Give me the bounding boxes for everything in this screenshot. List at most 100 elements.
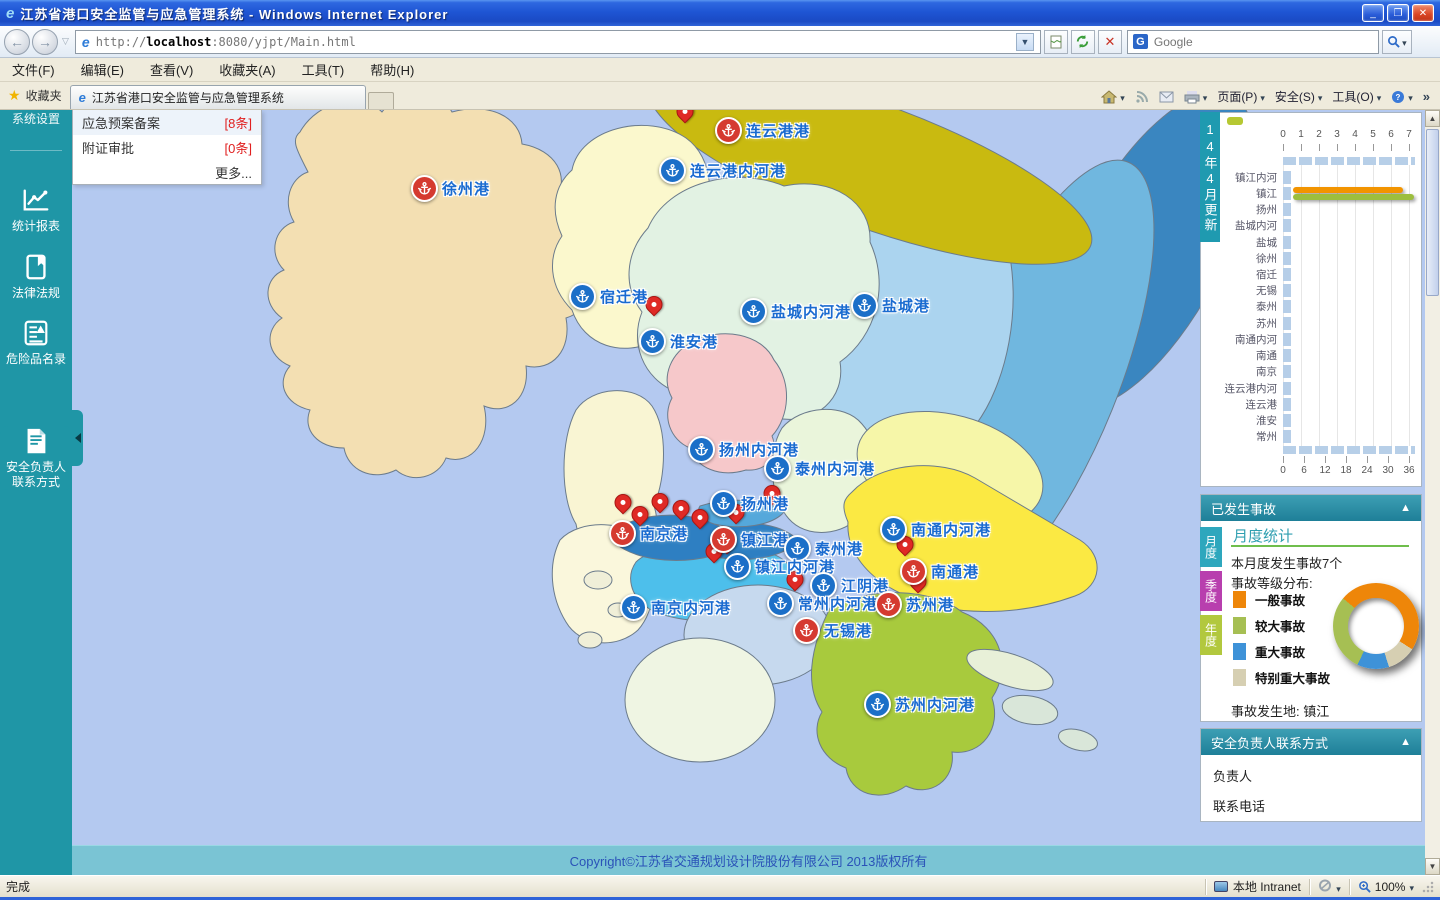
search-button[interactable]	[1382, 30, 1412, 54]
sidebar-item-contact-doc[interactable]: 安全负责人联系方式	[0, 426, 72, 490]
address-dropdown-icon[interactable]: ▼	[1016, 33, 1034, 51]
sidebar-item-label: 法律法规	[0, 286, 72, 301]
quick-panel-more-link[interactable]: 更多...	[73, 160, 261, 184]
anchor-icon	[724, 553, 751, 580]
restore-button[interactable]: ❐	[1387, 4, 1409, 22]
contact-row: 负责人	[1201, 755, 1421, 785]
chart-category: 扬州	[1215, 201, 1277, 217]
browser-tab[interactable]: e 江苏省港口安全监管与应急管理系统	[70, 85, 366, 109]
home-button[interactable]	[1101, 90, 1125, 104]
port-label: 苏州内河港	[895, 694, 975, 715]
severity-donut-chart	[1333, 583, 1419, 669]
period-tab[interactable]: 季度	[1200, 571, 1222, 611]
collapse-icon[interactable]: ▲	[1400, 502, 1411, 514]
port-label: 盐城内河港	[771, 301, 851, 322]
axis-strip-bottom	[1283, 446, 1415, 454]
security-zone-label: 本地 Intranet	[1233, 878, 1301, 895]
anchor-icon	[569, 283, 596, 310]
period-tab[interactable]: 年度	[1200, 615, 1222, 655]
chart-category: 常州	[1215, 429, 1277, 445]
sidebar-item-chart[interactable]: 统计报表	[0, 185, 72, 234]
status-bar: 完成 本地 Intranet 100%	[0, 875, 1440, 897]
axis-strip-top	[1283, 157, 1415, 165]
quick-panel-row[interactable]: 应急预案备案 [8条]	[73, 110, 261, 135]
search-input[interactable]	[1154, 35, 1373, 49]
mail-icon	[1159, 91, 1174, 103]
anchor-icon	[864, 691, 891, 718]
copyright-text: Copyright©江苏省交通规划设计院股份有限公司 2013版权所有	[570, 851, 928, 870]
contact-row: 联系电话	[1201, 785, 1421, 815]
title-bar: e 江苏省港口安全监管与应急管理系统 - Windows Internet Ex…	[0, 0, 1440, 26]
quick-panel-count: [0条]	[225, 138, 252, 157]
contacts-card-header[interactable]: 安全负责人联系方式 ▲	[1201, 729, 1421, 755]
favorites-button[interactable]: ★ 收藏夹	[0, 87, 70, 109]
search-dropdown-icon[interactable]	[1402, 34, 1407, 49]
legend-label: 一般事故	[1255, 590, 1305, 609]
back-button[interactable]: ←	[4, 29, 30, 55]
port-label: 宿迁港	[600, 286, 648, 307]
period-tab[interactable]: 月度	[1200, 527, 1222, 567]
legend-swatch	[1233, 669, 1246, 686]
port-label: 连云港港	[746, 120, 810, 141]
toolbar-overflow-chevron[interactable]: »	[1423, 89, 1430, 104]
zoom-control[interactable]: 100%	[1358, 880, 1414, 894]
menu-item[interactable]: 工具(T)	[302, 60, 345, 79]
quick-panel-label: 附证审批	[82, 138, 134, 157]
quick-panel-row[interactable]: 附证审批 [0条]	[73, 135, 261, 160]
stop-icon: ✕	[1104, 34, 1115, 50]
history-dropdown-icon[interactable]: ▽	[62, 36, 69, 47]
feeds-button[interactable]	[1135, 90, 1149, 104]
menu-item[interactable]: 查看(V)	[150, 60, 193, 79]
print-button[interactable]	[1184, 90, 1208, 104]
scrollbar-thumb[interactable]	[1426, 129, 1439, 296]
minimize-button[interactable]: _	[1362, 4, 1384, 22]
stop-button[interactable]: ✕	[1098, 30, 1122, 54]
search-box[interactable]: G	[1127, 30, 1379, 54]
safety-menu[interactable]: 安全(S)	[1275, 88, 1323, 105]
scroll-up-button[interactable]: ▲	[1425, 110, 1440, 127]
menu-item[interactable]: 收藏夹(A)	[219, 60, 275, 79]
new-tab-button[interactable]	[368, 92, 394, 109]
chart-category: 苏州	[1215, 315, 1277, 331]
port-label: 常州内河港	[798, 593, 878, 614]
sidebar-item-icon	[21, 426, 51, 456]
refresh-icon	[1075, 34, 1090, 49]
intranet-icon	[1214, 881, 1228, 892]
mail-button[interactable]	[1159, 91, 1174, 103]
page-menu[interactable]: 页面(P)	[1217, 88, 1265, 105]
sidebar-item-icon	[21, 185, 51, 215]
bar-镇江	[1293, 194, 1414, 200]
menu-item[interactable]: 帮助(H)	[370, 60, 414, 79]
help-menu[interactable]: ?	[1391, 90, 1413, 104]
vertical-scrollbar[interactable]: ▲ ▼	[1425, 110, 1440, 875]
address-bar[interactable]: e http://localhost:8080/yjpt/Main.html ▼	[75, 30, 1041, 54]
page-favicon-icon: e	[82, 34, 90, 50]
sidebar-collapse-handle[interactable]	[72, 410, 83, 466]
accidents-card-header[interactable]: 已发生事故 ▲	[1201, 495, 1421, 521]
anchor-icon	[609, 520, 636, 547]
menu-item[interactable]: 编辑(E)	[81, 60, 124, 79]
port-label: 无锡港	[824, 620, 872, 641]
accident-location: 事故发生地: 镇江	[1231, 701, 1329, 720]
anchor-icon	[767, 590, 794, 617]
resize-grip[interactable]	[1422, 881, 1434, 893]
protected-mode-control[interactable]	[1318, 879, 1341, 895]
port-label: 扬州港	[741, 493, 789, 514]
anchor-icon	[620, 594, 647, 621]
menu-item[interactable]: 文件(F)	[12, 60, 55, 79]
close-button[interactable]: ✕	[1412, 4, 1434, 22]
stats-chart-card: 14年4月更新 01234567 镇江内河镇江扬州盐城内河盐城徐州宿迁无锡泰州苏…	[1200, 112, 1422, 487]
sidebar-item-system-settings[interactable]: 系统设置	[0, 110, 72, 124]
refresh-button[interactable]	[1071, 30, 1095, 54]
forward-button[interactable]: →	[32, 29, 58, 55]
sidebar-item-list[interactable]: 危险品名录	[0, 318, 72, 367]
sidebar-item-book[interactable]: 法律法规	[0, 252, 72, 301]
legend-swatch	[1233, 617, 1246, 634]
ie-logo-icon: e	[6, 5, 14, 22]
compatibility-view-button[interactable]	[1044, 30, 1068, 54]
tools-menu[interactable]: 工具(O)	[1332, 88, 1381, 105]
navigation-bar: ← → ▽ e http://localhost:8080/yjpt/Main.…	[0, 26, 1440, 58]
collapse-icon[interactable]: ▲	[1400, 736, 1411, 748]
anchor-icon	[710, 526, 737, 553]
scroll-down-button[interactable]: ▼	[1425, 858, 1440, 875]
